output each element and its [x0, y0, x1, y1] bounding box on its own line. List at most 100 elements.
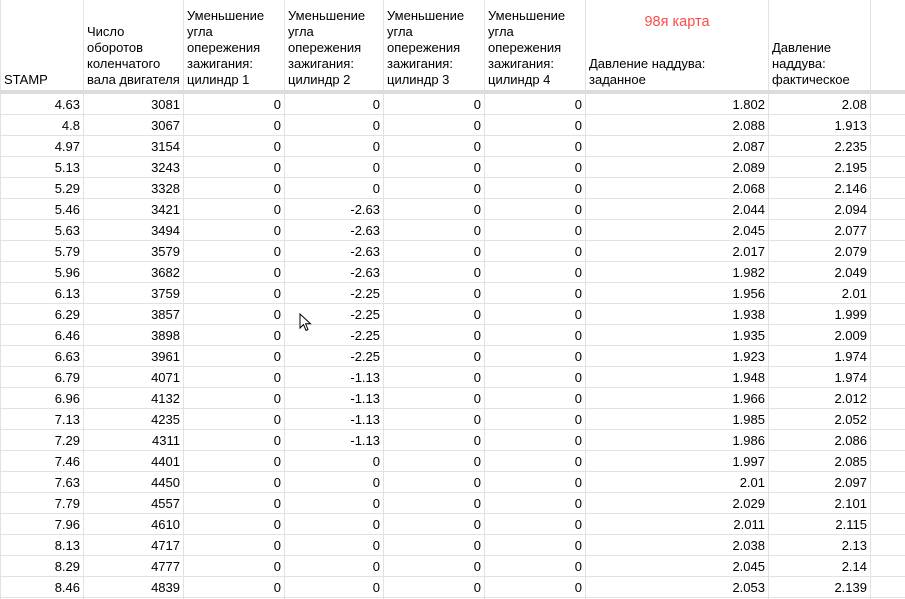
cell-cyl4[interactable]: 0: [484, 94, 585, 115]
cell-rpm[interactable]: 3154: [83, 136, 183, 157]
cell-boost_set[interactable]: 1.986: [585, 430, 768, 451]
header-cell-cyl4[interactable]: Уменьшение угла опережения зажигания: ци…: [484, 6, 585, 90]
cell-cyl2[interactable]: 0: [284, 115, 383, 136]
cell-cyl1[interactable]: 0: [183, 430, 284, 451]
cell-stamp[interactable]: 7.46: [0, 451, 83, 472]
cell-cyl1[interactable]: 0: [183, 94, 284, 115]
cell-cyl2[interactable]: 0: [284, 136, 383, 157]
cell-rpm[interactable]: 3857: [83, 304, 183, 325]
cell-stamp[interactable]: 7.63: [0, 472, 83, 493]
cell-cyl1[interactable]: 0: [183, 283, 284, 304]
cell-rpm[interactable]: 4235: [83, 409, 183, 430]
cell-cyl1[interactable]: 0: [183, 367, 284, 388]
cell-stamp[interactable]: 5.13: [0, 157, 83, 178]
cell-stamp[interactable]: 6.79: [0, 367, 83, 388]
cell-cyl4[interactable]: 0: [484, 388, 585, 409]
cell-cyl4[interactable]: 0: [484, 430, 585, 451]
cell-stamp[interactable]: 7.29: [0, 430, 83, 451]
cell-boost_actual[interactable]: 1.974: [768, 367, 870, 388]
cell-cyl4[interactable]: 0: [484, 493, 585, 514]
cell-stamp[interactable]: 6.13: [0, 283, 83, 304]
cell-cyl1[interactable]: 0: [183, 115, 284, 136]
cell-cyl4[interactable]: 0: [484, 535, 585, 556]
cell-cyl2[interactable]: 0: [284, 493, 383, 514]
cell-rpm[interactable]: 4557: [83, 493, 183, 514]
cell-cyl2[interactable]: 0: [284, 556, 383, 577]
cell-cyl2[interactable]: -2.63: [284, 199, 383, 220]
cell-cyl1[interactable]: 0: [183, 220, 284, 241]
cell-cyl4[interactable]: 0: [484, 409, 585, 430]
cell-boost_actual[interactable]: 2.052: [768, 409, 870, 430]
cell-cyl3[interactable]: 0: [383, 388, 484, 409]
cell-rpm[interactable]: 4450: [83, 472, 183, 493]
cell-cyl4[interactable]: 0: [484, 136, 585, 157]
cell-rpm[interactable]: 3961: [83, 346, 183, 367]
cell-cyl1[interactable]: 0: [183, 409, 284, 430]
cell-cyl2[interactable]: 0: [284, 535, 383, 556]
cell-boost_actual[interactable]: 1.974: [768, 346, 870, 367]
cell-rpm[interactable]: 4777: [83, 556, 183, 577]
cell-cyl3[interactable]: 0: [383, 493, 484, 514]
cell-boost_actual[interactable]: 2.086: [768, 430, 870, 451]
cell-rpm[interactable]: 3682: [83, 262, 183, 283]
cell-cyl3[interactable]: 0: [383, 241, 484, 262]
cell-boost_actual[interactable]: 2.049: [768, 262, 870, 283]
cell-rpm[interactable]: 4717: [83, 535, 183, 556]
cell-cyl1[interactable]: 0: [183, 304, 284, 325]
cell-boost_set[interactable]: 1.997: [585, 451, 768, 472]
cell-boost_set[interactable]: 1.948: [585, 367, 768, 388]
cell-cyl1[interactable]: 0: [183, 451, 284, 472]
cell-cyl1[interactable]: 0: [183, 535, 284, 556]
cell-cyl3[interactable]: 0: [383, 262, 484, 283]
cell-cyl4[interactable]: 0: [484, 241, 585, 262]
cell-cyl1[interactable]: 0: [183, 199, 284, 220]
cell-boost_actual[interactable]: 1.999: [768, 304, 870, 325]
cell-cyl2[interactable]: 0: [284, 157, 383, 178]
cell-cyl3[interactable]: 0: [383, 535, 484, 556]
cell-cyl1[interactable]: 0: [183, 556, 284, 577]
cell-boost_actual[interactable]: 2.077: [768, 220, 870, 241]
cell-cyl3[interactable]: 0: [383, 367, 484, 388]
header-cell-boost_actual[interactable]: Давление наддува: фактическое: [768, 6, 870, 90]
cell-cyl4[interactable]: 0: [484, 304, 585, 325]
cell-boost_set[interactable]: 2.011: [585, 514, 768, 535]
cell-cyl3[interactable]: 0: [383, 409, 484, 430]
cell-boost_actual[interactable]: 2.146: [768, 178, 870, 199]
cell-boost_set[interactable]: 2.045: [585, 556, 768, 577]
cell-boost_actual[interactable]: 2.079: [768, 241, 870, 262]
cell-boost_set[interactable]: 1.985: [585, 409, 768, 430]
cell-boost_actual[interactable]: 2.08: [768, 94, 870, 115]
cell-cyl3[interactable]: 0: [383, 346, 484, 367]
cell-cyl2[interactable]: 0: [284, 178, 383, 199]
cell-cyl3[interactable]: 0: [383, 577, 484, 598]
cell-cyl3[interactable]: 0: [383, 325, 484, 346]
cell-cyl4[interactable]: 0: [484, 115, 585, 136]
cell-cyl3[interactable]: 0: [383, 199, 484, 220]
cell-cyl4[interactable]: 0: [484, 346, 585, 367]
cell-rpm[interactable]: 3579: [83, 241, 183, 262]
cell-stamp[interactable]: 6.63: [0, 346, 83, 367]
cell-cyl3[interactable]: 0: [383, 220, 484, 241]
cell-cyl1[interactable]: 0: [183, 136, 284, 157]
cell-cyl1[interactable]: 0: [183, 262, 284, 283]
cell-boost_set[interactable]: 2.038: [585, 535, 768, 556]
cell-boost_actual[interactable]: 2.235: [768, 136, 870, 157]
cell-boost_actual[interactable]: 2.01: [768, 283, 870, 304]
cell-cyl4[interactable]: 0: [484, 262, 585, 283]
header-cell-stamp[interactable]: STAMP: [0, 6, 83, 90]
cell-cyl1[interactable]: 0: [183, 472, 284, 493]
cell-boost_actual[interactable]: 2.101: [768, 493, 870, 514]
cell-cyl4[interactable]: 0: [484, 451, 585, 472]
cell-boost_actual[interactable]: 2.115: [768, 514, 870, 535]
cell-rpm[interactable]: 4132: [83, 388, 183, 409]
cell-rpm[interactable]: 4610: [83, 514, 183, 535]
cell-stamp[interactable]: 6.46: [0, 325, 83, 346]
cell-cyl3[interactable]: 0: [383, 94, 484, 115]
cell-cyl1[interactable]: 0: [183, 346, 284, 367]
cell-cyl2[interactable]: 0: [284, 514, 383, 535]
cell-cyl4[interactable]: 0: [484, 325, 585, 346]
cell-cyl2[interactable]: -2.63: [284, 262, 383, 283]
cell-rpm[interactable]: 3081: [83, 94, 183, 115]
cell-boost_set[interactable]: 1.938: [585, 304, 768, 325]
header-cell-cyl2[interactable]: Уменьшение угла опережения зажигания: ци…: [284, 6, 383, 90]
